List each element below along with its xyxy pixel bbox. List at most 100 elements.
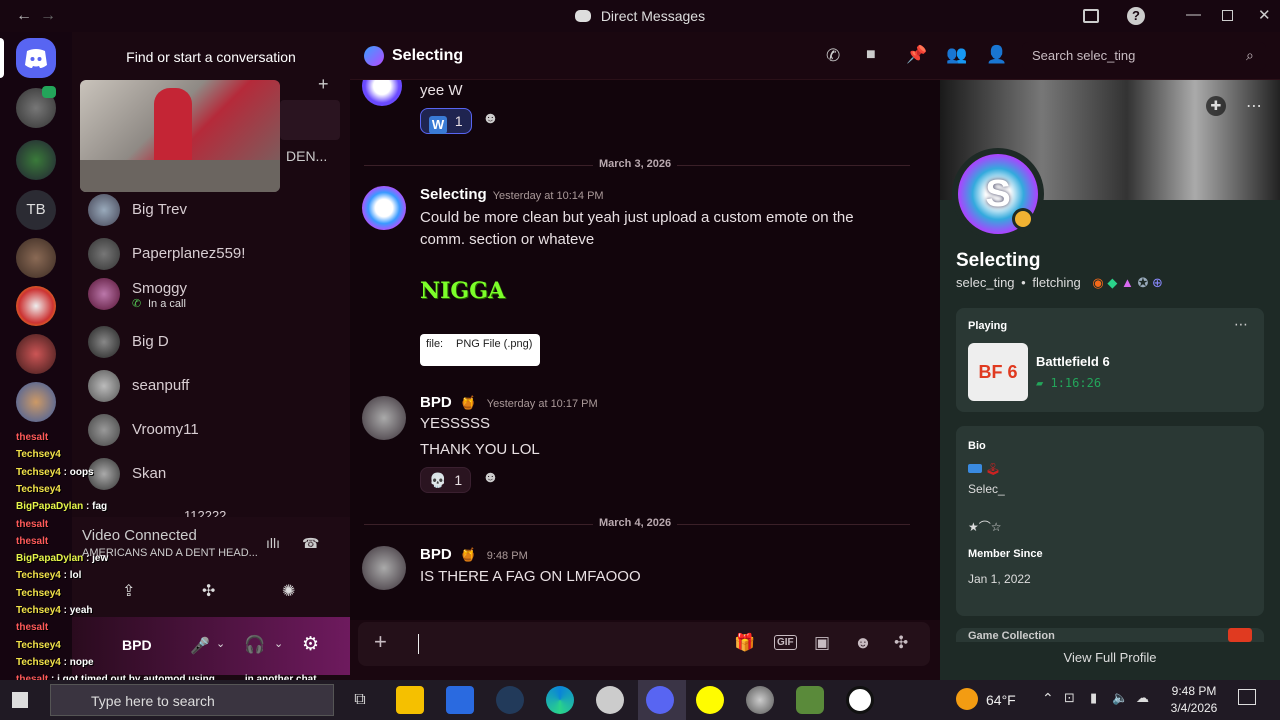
avatar	[88, 278, 120, 310]
server-icon-4[interactable]	[16, 286, 56, 326]
headphones-icon[interactable]: 🎧	[244, 635, 265, 655]
video-preview[interactable]	[80, 80, 280, 192]
file-attachment[interactable]: file: PNG File (.png)	[420, 334, 540, 366]
network-icon[interactable]: ☁	[1136, 690, 1149, 706]
help-icon[interactable]: ?	[1127, 7, 1145, 25]
message-author[interactable]: Selecting	[420, 186, 487, 203]
dm-row-vroomy[interactable]: Vroomy11	[88, 412, 338, 452]
joystick-icon: 🕹	[985, 462, 1001, 476]
maximize-button[interactable]	[1222, 10, 1233, 21]
avatar[interactable]	[362, 396, 406, 440]
noise-suppression-icon[interactable]: ıllı	[266, 535, 280, 551]
chess-icon[interactable]	[796, 686, 824, 714]
badge-icon[interactable]: ⊕	[1152, 275, 1163, 290]
message-author[interactable]: BPD	[420, 546, 452, 563]
dm-row-smoggy[interactable]: Smoggy ✆ In a call	[88, 276, 338, 316]
user-profile-icon[interactable]: 👤	[986, 45, 1007, 65]
find-conversation-button[interactable]: Find or start a conversation	[80, 40, 342, 74]
server-icon-5[interactable]	[16, 334, 56, 374]
dm-row-big-trev[interactable]: Big Trev	[88, 192, 338, 232]
create-dm-plus-icon[interactable]: +	[318, 74, 329, 95]
app-icon[interactable]	[746, 686, 774, 714]
emoji-icon[interactable]: ☻	[854, 633, 872, 653]
snapchat-icon[interactable]	[696, 686, 724, 714]
collection-game-icon[interactable]	[1228, 628, 1252, 642]
microphone-icon[interactable]: 🎤	[190, 636, 210, 656]
more-options-icon[interactable]: ⋯	[1234, 316, 1248, 333]
gif-button[interactable]: GIF	[774, 635, 797, 650]
close-button[interactable]: ✕	[1258, 6, 1271, 24]
weather-temp[interactable]: 64°F	[986, 692, 1016, 708]
game-name[interactable]: Battlefield 6	[1036, 354, 1110, 369]
badge-icon[interactable]: ▲	[1121, 275, 1134, 290]
server-icon-6[interactable]	[16, 382, 56, 422]
role-badge-icon: 🍯	[460, 395, 477, 410]
tray-chevron-icon[interactable]: ⌃	[1042, 690, 1054, 707]
video-call-icon[interactable]: ■	[866, 46, 876, 64]
server-icon-3[interactable]	[16, 238, 56, 278]
dm-row-skan[interactable]: Skan	[88, 456, 338, 496]
dm-row-paperplanez[interactable]: Paperplanez559!	[88, 236, 338, 276]
clock-time[interactable]: 9:48 PM	[1166, 684, 1222, 698]
search-input[interactable]: Search selec_ting ⌕	[1022, 42, 1266, 70]
attach-plus-icon[interactable]: +	[374, 629, 387, 655]
pin-icon[interactable]: 📌	[906, 45, 927, 65]
edge-icon[interactable]	[546, 686, 574, 714]
notifications-icon[interactable]	[1238, 689, 1256, 705]
settings-gear-icon[interactable]: ⚙	[302, 633, 319, 656]
obs-icon[interactable]	[596, 686, 624, 714]
discord-taskbar-icon[interactable]	[646, 686, 674, 714]
voice-channel[interactable]: AMERICANS AND A DENT HEAD...	[82, 547, 258, 559]
channel-title[interactable]: Selecting	[392, 47, 463, 65]
avatar[interactable]	[362, 186, 406, 230]
reaction-skull[interactable]: 💀 1	[420, 467, 472, 493]
windows-taskbar: Type here to search ⧉ 64°F ⌃ ⊡ ▮ 🔈 ☁ 9:4…	[0, 680, 1280, 720]
message-input[interactable]	[418, 634, 778, 654]
badge-icon[interactable]: ✪	[1138, 275, 1149, 290]
taskbar-search[interactable]: Type here to search	[50, 684, 334, 716]
inbox-icon[interactable]	[1083, 9, 1099, 23]
channel-avatar	[364, 46, 384, 66]
store-icon[interactable]	[446, 686, 474, 714]
home-button[interactable]	[16, 38, 56, 78]
windows-start-icon[interactable]	[12, 692, 28, 708]
tray-icon-1[interactable]: ⊡	[1064, 690, 1075, 706]
dm-row-big-d[interactable]: Big D	[88, 324, 338, 364]
disconnect-icon[interactable]: ☎	[302, 535, 319, 552]
battery-icon[interactable]: ▮	[1090, 690, 1097, 706]
gift-icon[interactable]: 🎁	[734, 633, 755, 653]
reaction-w[interactable]: W 1	[420, 108, 472, 134]
dm-row-seanpuff[interactable]: seanpuff	[88, 368, 338, 408]
volume-icon[interactable]: 🔈	[1112, 690, 1128, 706]
badge-icon[interactable]: ◉	[1092, 275, 1103, 290]
server-tb[interactable]: TB	[16, 190, 56, 230]
app-icon-2[interactable]	[846, 686, 874, 714]
chevron-down-icon[interactable]: ⌄	[216, 637, 225, 650]
add-friends-icon[interactable]: 👥	[946, 45, 967, 65]
voice-call-icon[interactable]: ✆	[826, 46, 840, 66]
sticker-icon[interactable]: ▣	[814, 633, 830, 653]
message-text: YESSSSS	[420, 415, 491, 432]
add-reaction-icon[interactable]: ☻	[482, 469, 499, 487]
activities-icon[interactable]: ✣	[202, 581, 215, 601]
add-reaction-icon[interactable]: ☻	[482, 110, 499, 128]
add-friend-icon[interactable]: ✚	[1206, 96, 1226, 116]
user-name[interactable]: BPD	[122, 637, 152, 653]
badge-icon[interactable]: ◆	[1107, 275, 1117, 290]
view-full-profile-link[interactable]: View Full Profile	[940, 642, 1280, 680]
task-view-icon[interactable]: ⧉	[346, 686, 374, 714]
message-author[interactable]: BPD	[420, 394, 452, 411]
screen-share-icon[interactable]: ⇪	[122, 581, 135, 601]
voice-status: Video Connected	[82, 527, 197, 544]
chevron-down-icon[interactable]: ⌄	[274, 637, 283, 650]
more-options-icon[interactable]: ⋯	[1246, 96, 1262, 116]
clock-date[interactable]: 3/4/2026	[1166, 701, 1222, 715]
game-icon[interactable]: BF 6	[968, 343, 1028, 401]
steam-icon[interactable]	[496, 686, 524, 714]
soundboard-icon[interactable]: ✺	[282, 581, 295, 601]
apps-icon[interactable]: ✣	[894, 633, 908, 653]
minimize-button[interactable]: —	[1186, 6, 1201, 23]
avatar[interactable]	[362, 546, 406, 590]
file-explorer-icon[interactable]	[396, 686, 424, 714]
dm-avatar-2[interactable]	[16, 140, 56, 180]
